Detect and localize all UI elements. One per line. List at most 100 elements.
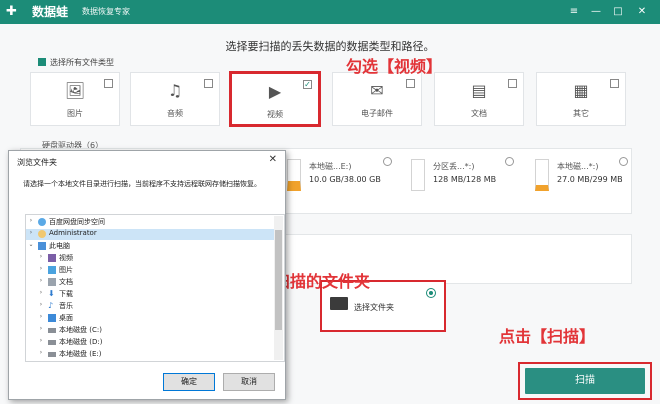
folder-tree: › 百度网盘同步空间 › Administrator ⌄ 此电脑 › 视频 › … bbox=[25, 214, 285, 362]
type-label: 视频 bbox=[267, 110, 283, 119]
annotation-video: 勾选【视频】 bbox=[346, 57, 443, 76]
expand-icon[interactable]: › bbox=[36, 289, 46, 296]
select-all-types[interactable]: 选择所有文件类型 bbox=[38, 57, 114, 68]
tree-item[interactable]: › 百度网盘同步空间 bbox=[26, 217, 274, 228]
drive-icon bbox=[411, 159, 425, 191]
desktop-icon bbox=[48, 314, 56, 322]
tree-item-label: Administrator bbox=[49, 229, 97, 237]
expand-icon[interactable]: › bbox=[36, 265, 46, 272]
tree-item[interactable]: › 本地磁盘 (E:) bbox=[26, 349, 274, 360]
app-logo-icon: ✚ bbox=[6, 4, 17, 19]
tree-item-label: 本地磁盘 (D:) bbox=[59, 338, 103, 346]
disk-icon bbox=[48, 352, 56, 357]
audio-icon: ♫ bbox=[167, 81, 183, 100]
close-button[interactable]: ✕ bbox=[634, 4, 650, 20]
type-card-image[interactable]: 🖼 图片 bbox=[30, 72, 120, 126]
scan-button-highlight: 扫描 bbox=[518, 362, 652, 400]
video-icon: ▶ bbox=[268, 82, 282, 101]
type-card-audio[interactable]: ♫ 音频 bbox=[130, 72, 220, 126]
disk-icon bbox=[48, 328, 56, 333]
browse-folder-dialog: 浏览文件夹 ✕ 请选择一个本地文件目录进行扫描，当前程序不支持远程联网存储扫描恢… bbox=[8, 150, 286, 400]
tree-item[interactable]: ⌄ 此电脑 bbox=[26, 241, 274, 252]
disk-icon bbox=[48, 340, 56, 345]
type-card-video[interactable]: ✓ ▶ 视频 bbox=[229, 71, 321, 127]
tree-item[interactable]: › 图片 bbox=[26, 265, 274, 276]
tree-item-label: 视频 bbox=[59, 254, 73, 262]
expand-icon[interactable]: › bbox=[36, 349, 46, 356]
video-folder-icon bbox=[48, 254, 56, 262]
drive-radio[interactable] bbox=[619, 157, 628, 166]
drive-name: 分区丢...*:) bbox=[433, 162, 475, 171]
computer-icon bbox=[38, 242, 46, 250]
drive-name: 本地磁...*:) bbox=[557, 162, 599, 171]
tree-item[interactable]: › 本地磁盘 (C:) bbox=[26, 325, 274, 336]
maximize-button[interactable]: □ bbox=[610, 4, 626, 20]
tree-scrollbar[interactable] bbox=[274, 216, 283, 360]
tree-item-label: 百度网盘同步空间 bbox=[49, 218, 105, 226]
expand-icon[interactable]: › bbox=[26, 217, 36, 224]
expand-icon[interactable]: › bbox=[36, 277, 46, 284]
download-icon: ⬇ bbox=[48, 289, 55, 298]
document-folder-icon bbox=[48, 278, 56, 286]
folder-icon bbox=[330, 297, 348, 310]
ok-button[interactable]: 确定 bbox=[163, 373, 215, 391]
tree-item-label: 本地磁盘 (C:) bbox=[59, 326, 102, 334]
menu-icon[interactable]: ≡ bbox=[566, 4, 582, 20]
tree-item-label: 桌面 bbox=[59, 314, 73, 322]
type-card-mail[interactable]: ✉ 电子邮件 bbox=[332, 72, 422, 126]
tree-item[interactable]: › 文档 bbox=[26, 277, 274, 288]
tree-item[interactable]: › 本地磁盘 (D:) bbox=[26, 337, 274, 348]
tree-item-label: 本地磁盘 (E:) bbox=[59, 350, 102, 358]
type-label: 图片 bbox=[67, 109, 83, 118]
file-type-list: 🖼 图片 ♫ 音频 ✓ ▶ 视频 ✉ 电子邮件 ▤ 文档 ▦ 其它 bbox=[30, 71, 630, 127]
app-subtitle: 数据恢复专家 bbox=[82, 7, 130, 16]
image-icon: 🖼 bbox=[64, 81, 86, 100]
expand-icon[interactable]: › bbox=[36, 301, 46, 308]
drive-radio[interactable] bbox=[383, 157, 392, 166]
select-all-checkbox[interactable] bbox=[38, 58, 46, 66]
tree-item-label: 图片 bbox=[59, 266, 73, 274]
expand-icon[interactable]: › bbox=[36, 337, 46, 344]
type-card-other[interactable]: ▦ 其它 bbox=[536, 72, 626, 126]
drive-item[interactable]: 分区丢...*:) 128 MB/128 MB bbox=[411, 157, 515, 197]
dialog-description: 请选择一个本地文件目录进行扫描，当前程序不支持远程联网存储扫描恢复。 bbox=[23, 180, 261, 188]
type-card-document[interactable]: ▤ 文档 bbox=[434, 72, 524, 126]
type-label: 其它 bbox=[573, 109, 589, 118]
drive-size: 128 MB/128 MB bbox=[433, 175, 497, 184]
collapse-icon[interactable]: ⌄ bbox=[26, 241, 36, 248]
select-folder-label: 选择文件夹 bbox=[354, 303, 394, 312]
scan-button[interactable]: 扫描 bbox=[525, 368, 645, 394]
type-label: 音频 bbox=[167, 109, 183, 118]
tree-item[interactable]: › 视频 bbox=[26, 253, 274, 264]
expand-icon[interactable]: › bbox=[36, 253, 46, 260]
tree-item-label: 音乐 bbox=[59, 302, 73, 310]
dialog-close-icon[interactable]: ✕ bbox=[269, 154, 277, 165]
tree-item-selected[interactable]: › Administrator bbox=[26, 229, 274, 240]
drive-size: 10.0 GB/38.00 GB bbox=[309, 175, 381, 184]
expand-icon[interactable]: › bbox=[36, 313, 46, 320]
select-all-label: 选择所有文件类型 bbox=[50, 58, 114, 67]
document-icon: ▤ bbox=[471, 81, 487, 100]
picture-folder-icon bbox=[48, 266, 56, 274]
folder-radio[interactable] bbox=[426, 288, 436, 298]
tree-item[interactable]: › ⬇ 下载 bbox=[26, 289, 274, 300]
tree-item[interactable]: › 桌面 bbox=[26, 313, 274, 324]
expand-icon[interactable]: › bbox=[26, 229, 36, 236]
drive-icon bbox=[535, 159, 549, 191]
scrollbar-thumb[interactable] bbox=[275, 230, 282, 330]
drive-item[interactable]: 本地磁...*:) 27.0 MB/299 MB bbox=[535, 157, 629, 197]
cloud-icon bbox=[38, 218, 46, 226]
apps-icon: ▦ bbox=[573, 81, 589, 100]
minimize-button[interactable]: — bbox=[588, 4, 604, 20]
dialog-title: 浏览文件夹 bbox=[17, 158, 57, 167]
drive-size: 27.0 MB/299 MB bbox=[557, 175, 623, 184]
drive-name: 本地磁...E:) bbox=[309, 162, 352, 171]
cancel-button[interactable]: 取消 bbox=[223, 373, 275, 391]
tree-item[interactable]: › ♪ 音乐 bbox=[26, 301, 274, 312]
drive-radio[interactable] bbox=[505, 157, 514, 166]
user-icon bbox=[38, 230, 46, 238]
drive-item[interactable]: 本地磁...E:) 10.0 GB/38.00 GB bbox=[287, 157, 395, 197]
tree-item-label: 此电脑 bbox=[49, 242, 70, 250]
expand-icon[interactable]: › bbox=[36, 325, 46, 332]
type-label: 文档 bbox=[471, 109, 487, 118]
